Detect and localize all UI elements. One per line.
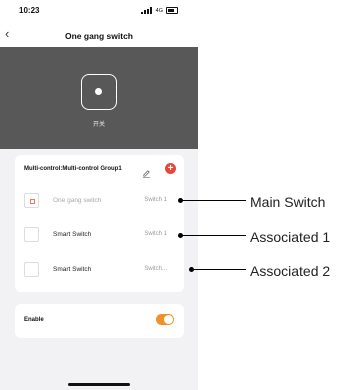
- device-row-associated-1[interactable]: Smart Switch Switch 1: [24, 226, 176, 246]
- switch-device-icon: [24, 227, 39, 242]
- device-row-main[interactable]: One gang switch Switch 1: [24, 192, 176, 212]
- device-name: One gang switch: [53, 197, 102, 204]
- add-device-button[interactable]: +: [165, 163, 176, 174]
- device-channel[interactable]: Switch 1: [144, 197, 167, 203]
- toggle-knob: [164, 315, 173, 324]
- multi-control-card: Multi-control:Multi-control Group1 + One…: [15, 155, 184, 292]
- enable-toggle[interactable]: [156, 314, 174, 325]
- device-name: Smart Switch: [53, 266, 92, 273]
- switch-device-icon: [24, 262, 39, 277]
- group-header: Multi-control:Multi-control Group1 +: [24, 163, 176, 178]
- device-row-associated-2[interactable]: Smart Switch Switch...: [24, 261, 176, 281]
- device-name: Smart Switch: [53, 231, 92, 238]
- enable-card: Enable: [15, 304, 184, 338]
- battery-icon: [166, 7, 178, 14]
- status-icons: 4G: [140, 7, 178, 14]
- signal-icon: [140, 7, 153, 14]
- switch-device-icon: [24, 193, 39, 208]
- page-title: One gang switch: [64, 31, 133, 41]
- edit-icon[interactable]: [142, 165, 151, 183]
- home-indicator: [68, 383, 130, 386]
- callout-main-switch: Main Switch: [250, 194, 326, 210]
- callout-associated-2: Associated 2: [250, 263, 331, 279]
- callout-line-associated-1: [181, 235, 246, 236]
- phone-screen: 10:23 4G ‹ One gang switch 开关 Multi-cont…: [0, 0, 198, 390]
- status-bar: 10:23 4G: [0, 0, 198, 22]
- switch-label: 开关: [92, 122, 105, 128]
- device-channel[interactable]: Switch...: [144, 266, 167, 272]
- status-time: 10:23: [19, 6, 40, 15]
- network-label: 4G: [155, 7, 163, 14]
- callout-associated-1: Associated 1: [250, 229, 331, 245]
- switch-hero: 开关: [0, 47, 198, 149]
- callout-line-associated-2: [192, 269, 246, 270]
- nav-bar: ‹ One gang switch: [0, 22, 198, 47]
- group-title: Multi-control:Multi-control Group1: [24, 166, 122, 172]
- power-switch-button[interactable]: [81, 74, 117, 110]
- enable-label: Enable: [24, 317, 44, 323]
- device-channel[interactable]: Switch 1: [144, 231, 167, 237]
- switch-indicator-dot: [95, 88, 102, 95]
- callout-line-main: [181, 200, 246, 201]
